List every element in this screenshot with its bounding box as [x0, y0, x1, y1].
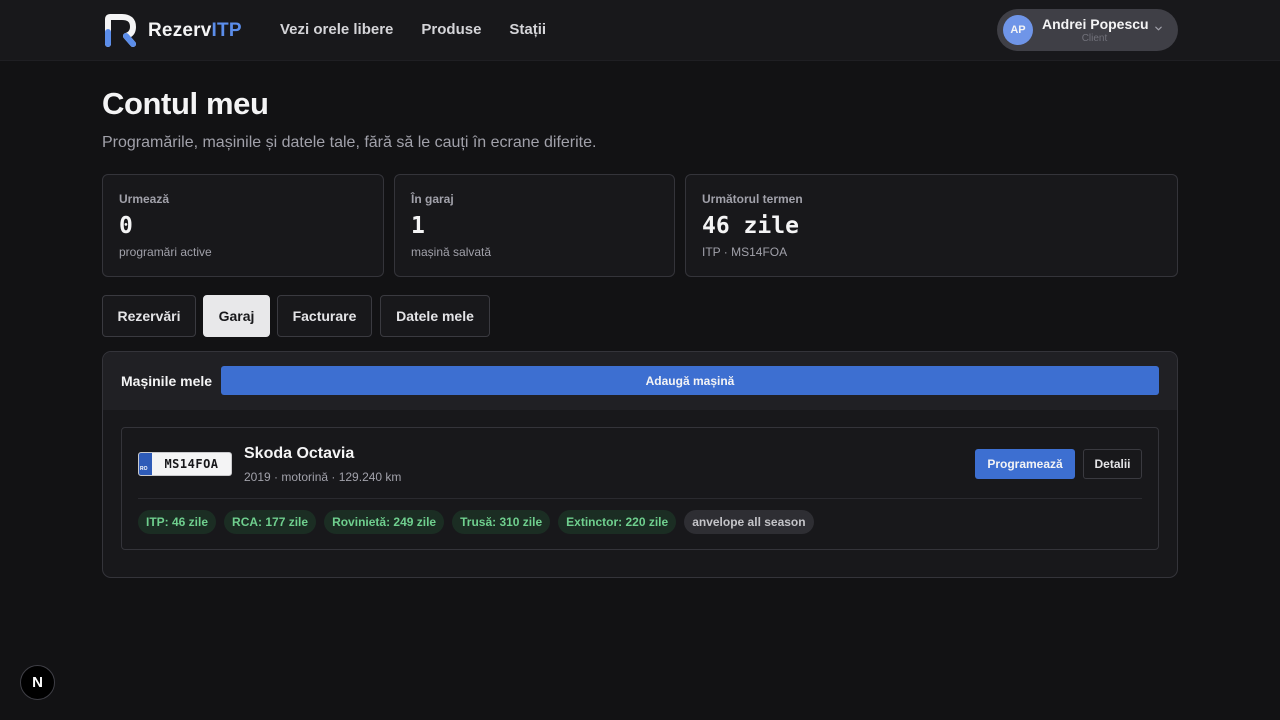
- avatar: AP: [1003, 15, 1033, 45]
- chip-itp: ITP: 46 zile: [138, 510, 217, 534]
- details-button[interactable]: Detalii: [1083, 449, 1142, 479]
- garage-panel-header: Mașinile mele Adaugă mașină: [103, 352, 1177, 410]
- stat-description: mașină salvată: [411, 245, 492, 259]
- page-subtitle: Programările, mașinile și datele tale, f…: [102, 134, 597, 151]
- chip-rca: RCA: 177 zile: [224, 510, 317, 534]
- plate-country: RO: [140, 466, 148, 472]
- garage-title: Mașinile mele: [121, 373, 213, 389]
- user-role: Client: [1081, 33, 1108, 44]
- main-nav: Vezi orele libere Produse Stații: [280, 21, 546, 38]
- tab-billing[interactable]: Facturare: [277, 295, 372, 337]
- car-card: RO MS14FOA Skoda Octavia 2019 · motorină…: [121, 427, 1159, 550]
- top-navbar: RezervITP Vezi orele libere Produse Staț…: [0, 0, 1280, 61]
- stat-value: 0: [119, 213, 133, 239]
- plate-number: MS14FOA: [164, 457, 219, 471]
- stat-card-next-deadline: Următorul termen 46 zile ITP · MS14FOA: [685, 174, 1178, 277]
- nav-products[interactable]: Produse: [421, 21, 481, 38]
- brand-r-logo-icon: [105, 14, 136, 47]
- schedule-button[interactable]: Programează: [975, 449, 1075, 479]
- brand-name-accent: ITP: [211, 19, 242, 41]
- plate-country-strip: RO: [139, 453, 152, 475]
- garage-panel: Mașinile mele Adaugă mașină RO MS14FOA S…: [102, 351, 1178, 578]
- car-name: Skoda Octavia: [244, 445, 355, 462]
- user-name: Andrei Popescu: [1042, 16, 1149, 32]
- nav-stations[interactable]: Stații: [509, 21, 546, 38]
- stat-value: 46 zile: [702, 213, 799, 239]
- nav-free-slots[interactable]: Vezi orele libere: [280, 21, 393, 38]
- add-car-button[interactable]: Adaugă mașină: [221, 366, 1159, 395]
- brand-logo[interactable]: RezervITP: [104, 14, 242, 47]
- tab-my-data[interactable]: Datele mele: [380, 295, 490, 337]
- brand-name-main: Rezerv: [148, 19, 212, 41]
- stat-description: ITP · MS14FOA: [702, 245, 788, 259]
- tab-reservations[interactable]: Rezervări: [102, 295, 196, 337]
- chip-extinctor: Extinctor: 220 zile: [558, 510, 677, 534]
- stat-description: programări active: [119, 245, 212, 259]
- stat-label: Urmează: [119, 192, 170, 206]
- car-meta: 2019 · motorină · 129.240 km: [244, 470, 402, 484]
- chip-rovinieta: Rovinietă: 249 zile: [324, 510, 445, 534]
- nextjs-icon[interactable]: N: [20, 665, 55, 700]
- chip-tires: anvelope all season: [684, 510, 814, 534]
- page-title: Contul meu: [102, 86, 269, 121]
- license-plate: RO MS14FOA: [138, 452, 232, 476]
- brand-name: RezervITP: [148, 20, 242, 42]
- stat-label: În garaj: [411, 192, 454, 206]
- divider: [138, 498, 1142, 499]
- user-menu-button[interactable]: AP Andrei Popescu Client: [997, 9, 1178, 51]
- stat-label: Următorul termen: [702, 192, 803, 206]
- stat-card-upcoming: Urmează 0 programări active: [102, 174, 384, 277]
- stat-value: 1: [411, 213, 425, 239]
- chip-trusa: Trusă: 310 zile: [452, 510, 551, 534]
- stat-card-garage: În garaj 1 mașină salvată: [394, 174, 675, 277]
- chevron-down-icon: [1155, 26, 1162, 31]
- tab-garage[interactable]: Garaj: [203, 295, 270, 337]
- deadline-chips: ITP: 46 zile RCA: 177 zile Rovinietă: 24…: [138, 510, 814, 534]
